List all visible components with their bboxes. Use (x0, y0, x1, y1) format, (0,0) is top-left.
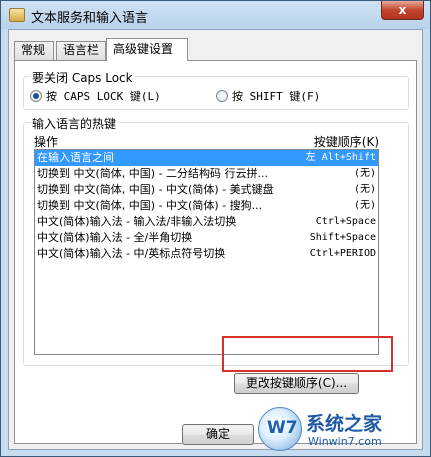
column-header-action: 操作 (34, 135, 59, 149)
list-item-key: (无) (353, 184, 376, 195)
list-item-action: 中文(简体)输入法 - 中/英标点符号切换 (37, 247, 226, 260)
list-item-action: 中文(简体)输入法 - 全/半角切换 (37, 231, 193, 244)
watermark-logo: W7 (258, 407, 302, 451)
hotkeys-legend: 输入语言的热键 (30, 115, 119, 132)
tab-advanced-key-settings[interactable]: 高级键设置 (106, 38, 188, 61)
list-header: 操作 按键顺序(K) (34, 133, 379, 149)
list-item-key: Ctrl+Space (315, 216, 376, 227)
watermark: W7 系统之家 Winwin7.com (258, 405, 430, 455)
column-header-key: 按键顺序(K) (313, 135, 379, 149)
list-item-key: Shift+Space (309, 232, 376, 243)
hotkey-list[interactable]: 在输入语言之间 左 Alt+Shift 切换到 中文(简体, 中国) - 二分结… (34, 149, 379, 355)
change-key-sequence-button[interactable]: 更改按键顺序(C)... (234, 373, 359, 394)
list-item[interactable]: 中文(简体)输入法 - 全/半角切换 Shift+Space (35, 230, 378, 246)
list-item-action: 中文(简体)输入法 - 输入法/非输入法切换 (37, 215, 237, 228)
list-item-action: 切换到 中文(简体, 中国) - 中文(简体) - 美式键盘 (37, 183, 274, 196)
window-title: 文本服务和输入语言 (31, 11, 149, 26)
caps-lock-option-label: 按 CAPS LOCK 键(L) (46, 90, 161, 103)
dialog-client: 常规 语言栏 高级键设置 要关闭 Caps Lock 按 CAPS LOCK 键… (8, 29, 423, 450)
list-item[interactable]: 中文(简体)输入法 - 中/英标点符号切换 Ctrl+PERIOD (35, 246, 378, 262)
list-item[interactable]: 切换到 中文(简体, 中国) - 中文(简体) - 美式键盘 (无) (35, 182, 378, 198)
radio-button[interactable] (216, 90, 228, 102)
app-icon (9, 8, 25, 22)
caps-lock-legend: 要关闭 Caps Lock (30, 69, 135, 86)
list-item-action: 切换到 中文(简体, 中国) - 二分结构码 行云拼... (37, 167, 269, 180)
list-item[interactable]: 切换到 中文(简体, 中国) - 中文(简体) - 搜狗... (无) (35, 198, 378, 214)
list-item-key: (无) (353, 200, 376, 211)
list-item-action: 切换到 中文(简体, 中国) - 中文(简体) - 搜狗... (37, 199, 263, 212)
list-item-action: 在输入语言之间 (37, 151, 114, 164)
list-item[interactable]: 中文(简体)输入法 - 输入法/非输入法切换 Ctrl+Space (35, 214, 378, 230)
ok-button[interactable]: 确定 (182, 424, 254, 445)
list-item[interactable]: 在输入语言之间 左 Alt+Shift (35, 150, 378, 166)
caps-lock-option[interactable]: 按 CAPS LOCK 键(L) (30, 88, 161, 104)
shift-option-label: 按 SHIFT 键(F) (232, 90, 321, 103)
radio-button[interactable] (30, 90, 42, 102)
dialog-window: 文本服务和输入语言 x 常规 语言栏 高级键设置 要关闭 Caps Lock 按… (0, 0, 431, 457)
watermark-logo-text: W7 (267, 418, 298, 438)
close-button[interactable]: x (381, 1, 424, 20)
shift-option[interactable]: 按 SHIFT 键(F) (216, 88, 320, 104)
tab-general[interactable]: 常规 (14, 41, 54, 60)
list-item-key: Ctrl+PERIOD (309, 248, 376, 259)
watermark-url: Winwin7.com (308, 435, 382, 448)
highlight-annotation (222, 336, 393, 372)
hotkeys-group: 输入语言的热键 操作 按键顺序(K) 在输入语言之间 左 Alt+Shift 切… (23, 115, 409, 366)
list-item-key: 左 Alt+Shift (305, 152, 376, 163)
title-bar[interactable]: 文本服务和输入语言 x (1, 1, 430, 29)
watermark-text: 系统之家 (306, 413, 383, 435)
list-item[interactable]: 切换到 中文(简体, 中国) - 二分结构码 行云拼... (无) (35, 166, 378, 182)
caps-lock-group: 要关闭 Caps Lock 按 CAPS LOCK 键(L) 按 SHIFT 键… (23, 69, 409, 110)
tab-language-bar[interactable]: 语言栏 (56, 41, 106, 60)
list-item-key: (无) (353, 168, 376, 179)
